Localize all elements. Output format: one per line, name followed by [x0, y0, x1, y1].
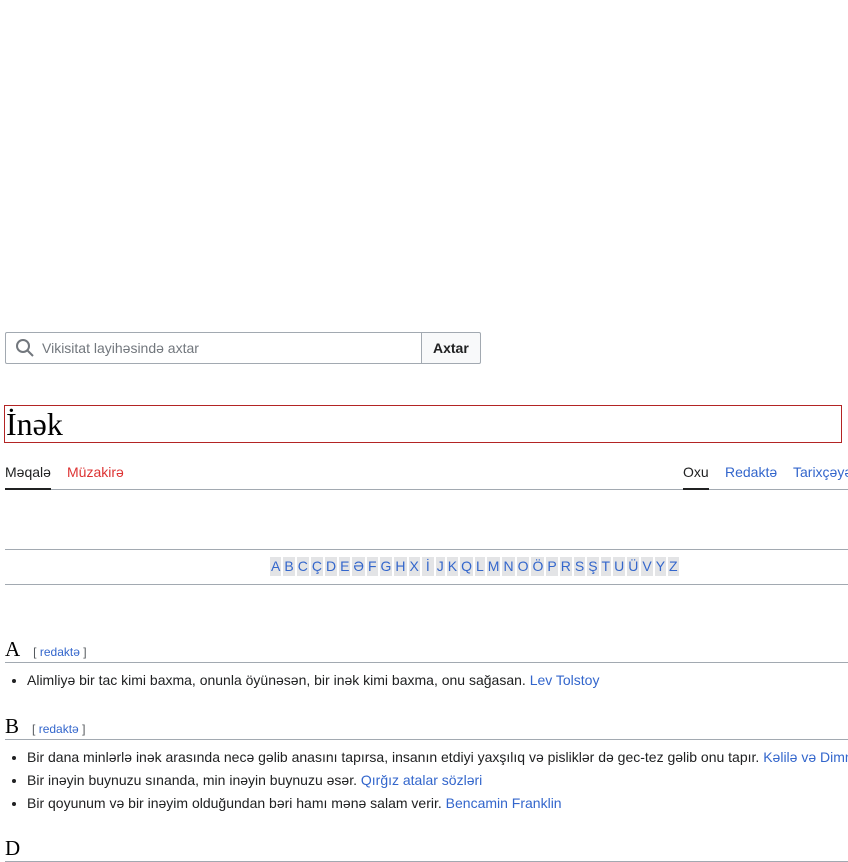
section-heading-text: A: [5, 637, 21, 661]
edit-bracket-close: ]: [83, 645, 87, 659]
tab-discussion[interactable]: Müzakirə: [67, 464, 124, 488]
section-heading: D: [5, 836, 848, 862]
section-a: A [ redaktə ] Alimliyə bir tac kimi baxm…: [5, 637, 848, 692]
search-button[interactable]: Axtar: [422, 332, 481, 364]
toc-letter[interactable]: S: [573, 557, 586, 576]
tab-read[interactable]: Oxu: [683, 464, 709, 490]
quote-text: Bir inəyin buynuzu sınanda, min inəyin b…: [27, 772, 357, 788]
toc-letter[interactable]: F: [366, 557, 378, 576]
edit-section-link[interactable]: redaktə: [39, 722, 79, 736]
toc-letter[interactable]: Y: [654, 557, 667, 576]
quote-source-link[interactable]: Lev Tolstoy: [530, 672, 600, 688]
toc-letter[interactable]: Ç: [310, 557, 323, 576]
tab-article[interactable]: Məqalə: [5, 464, 51, 490]
tab-history[interactable]: Tarixçəyə: [793, 464, 848, 488]
toc-letter[interactable]: Ş: [587, 557, 599, 576]
toc-letter[interactable]: İ: [421, 557, 434, 576]
toc-letter[interactable]: R: [559, 557, 572, 576]
edit-bracket-close: ]: [82, 722, 86, 736]
toc-letter[interactable]: K: [446, 557, 459, 576]
quote-source-link[interactable]: Bencamin Franklin: [446, 795, 562, 811]
quote-source-link[interactable]: Kəlilə və Dimnə: [763, 749, 848, 765]
quote-item: Bir qoyunum və bir inəyim olduğundan bər…: [27, 792, 848, 815]
search-bar: Axtar: [5, 332, 481, 364]
section-heading: B [ redaktə ]: [5, 714, 848, 740]
edit-bracket-open: [: [33, 645, 37, 659]
page-title-box: İnək: [4, 405, 842, 443]
tab-edit[interactable]: Redaktə: [725, 464, 777, 488]
quote-text: Bir dana minlərlə inək arasında necə gəl…: [27, 749, 760, 765]
page-title: İnək: [6, 406, 63, 442]
toc-letter[interactable]: Z: [668, 557, 679, 576]
quote-list: Alimliyə bir tac kimi baxma, onunla öyün…: [5, 669, 848, 692]
quote-list: Bir dana minlərlə inək arasında necə gəl…: [5, 746, 848, 815]
section-heading-text: D: [5, 836, 21, 860]
toc-letter[interactable]: M: [486, 557, 501, 576]
toc-letter[interactable]: Q: [460, 557, 473, 576]
toc-letter[interactable]: L: [475, 557, 485, 576]
toc-letter[interactable]: X: [408, 557, 420, 576]
search-icon: [15, 338, 35, 358]
toc-letter[interactable]: D: [324, 557, 338, 576]
quote-item: Alimliyə bir tac kimi baxma, onunla öyün…: [27, 669, 848, 692]
section-edit: [ redaktə ]: [32, 717, 85, 741]
edit-section-link[interactable]: redaktə: [40, 645, 80, 659]
toc-letter[interactable]: B: [283, 557, 295, 576]
page-tabs: Məqalə Müzakirə Oxu Redaktə Tarixçəyə: [5, 456, 848, 490]
alphabet-toc: ABCÇDEƏFGHXİJKQLMNOÖPRSŞTUÜVYZ: [5, 549, 848, 585]
quote-item: Bir dana minlərlə inək arasında necə gəl…: [27, 746, 848, 769]
toc-letter[interactable]: J: [435, 557, 445, 576]
section-b: B [ redaktə ] Bir dana minlərlə inək ara…: [5, 714, 848, 815]
toc-letter[interactable]: O: [516, 557, 530, 576]
toc-letter[interactable]: H: [394, 557, 407, 576]
toc-letter[interactable]: V: [641, 557, 653, 576]
quote-item: Bir inəyin buynuzu sınanda, min inəyin b…: [27, 769, 848, 792]
toc-letter[interactable]: C: [296, 557, 309, 576]
search-field[interactable]: [5, 332, 422, 364]
toc-letter[interactable]: Ü: [627, 557, 640, 576]
section-heading-text: B: [5, 714, 20, 738]
toc-letters: ABCÇDEƏFGHXİJKQLMNOÖPRSŞTUÜVYZ: [270, 557, 679, 576]
quote-text: Alimliyə bir tac kimi baxma, onunla öyün…: [27, 672, 526, 688]
toc-letter[interactable]: A: [270, 557, 282, 576]
toc-letter[interactable]: P: [546, 557, 558, 576]
toc-letter[interactable]: T: [600, 557, 612, 576]
toc-letter[interactable]: U: [613, 557, 626, 576]
section-d: D: [5, 836, 848, 862]
search-input[interactable]: [42, 340, 402, 356]
edit-bracket-open: [: [32, 722, 36, 736]
toc-letter[interactable]: Ə: [352, 557, 365, 576]
section-edit: [ redaktə ]: [33, 640, 86, 664]
toc-letter[interactable]: E: [339, 557, 351, 576]
quote-source-link[interactable]: Qırğız atalar sözləri: [361, 772, 482, 788]
quote-text: Bir qoyunum və bir inəyim olduğundan bər…: [27, 795, 442, 811]
toc-letter[interactable]: G: [379, 557, 393, 576]
toc-letter[interactable]: N: [502, 557, 515, 576]
toc-letter[interactable]: Ö: [531, 557, 545, 576]
section-heading: A [ redaktə ]: [5, 637, 848, 663]
